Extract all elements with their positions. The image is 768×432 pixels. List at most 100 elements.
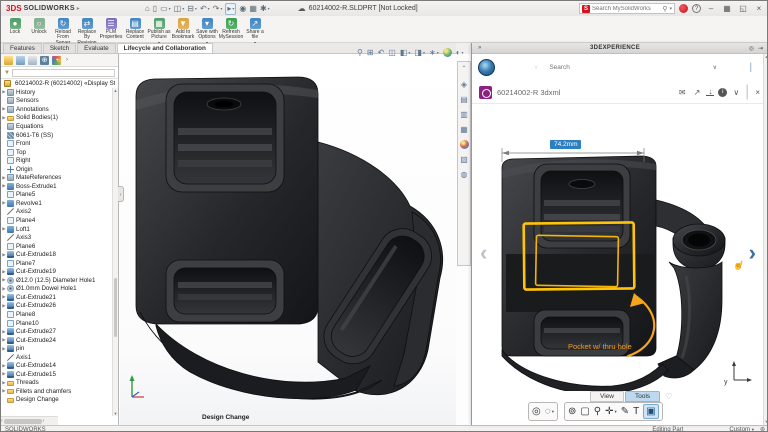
tree-item-revolve1[interactable]: ▶ Revolve1	[1, 199, 112, 208]
tab-lifecycle-and-collaboration[interactable]: Lifecycle and Collaboration	[116, 43, 213, 53]
tree-item-top[interactable]: Top	[1, 148, 112, 157]
favorite-heart-icon[interactable]: ♡	[665, 392, 672, 401]
tree-item-cut-extrude27[interactable]: ▶ Cut-Extrude27	[1, 327, 112, 336]
app-selector[interactable]: 3DDrive	[500, 63, 529, 72]
print-icon[interactable]: ⊟ ▾	[187, 4, 197, 14]
ribbon-lock-button[interactable]: ● Lock	[3, 17, 27, 35]
edit-appearance-icon[interactable]	[442, 47, 452, 57]
3dplay-viewer[interactable]: y 74.2mm Pocket w/ thru hole ‹ › ☝	[472, 104, 764, 391]
panel-pin-icon[interactable]: ⇥	[756, 46, 765, 52]
tree-item-axis2[interactable]: Axis2	[1, 208, 112, 217]
scroll-down-arrow-icon[interactable]: ▼	[764, 419, 767, 424]
expand-panel-icon[interactable]: »	[476, 45, 483, 51]
hide-show-items-icon[interactable]: ∗ ▾	[429, 48, 439, 57]
tab-sketch[interactable]: Sketch	[42, 43, 77, 53]
3ddrive-search-input[interactable]	[549, 64, 713, 71]
graphics-viewport[interactable]: Design Change	[120, 54, 456, 425]
tree-item-plane7[interactable]: Plane7	[1, 259, 112, 268]
app-selector-caret-icon[interactable]: ∨	[534, 64, 538, 71]
tree-item-boss-extrude1[interactable]: ▶ Boss-Extrude1	[1, 182, 112, 191]
previous-slide-chevron[interactable]: ‹	[480, 242, 487, 264]
section-view-icon[interactable]: ◫	[388, 48, 396, 57]
draw-pencil-icon[interactable]: ✎	[621, 405, 629, 418]
tree-horizontal-scrollbar[interactable]: ‹ ›	[1, 416, 58, 425]
tag-icon[interactable]: ◇	[726, 62, 734, 74]
ribbon-replace-by-revision-button[interactable]: ⇄Replace By Revision	[75, 17, 99, 46]
ribbon-share-a-file-button[interactable]: ↗Share a file▾	[243, 17, 267, 45]
tree-item-cut-extrude19[interactable]: ▶ Cut-Extrude19	[1, 267, 112, 276]
window-tile-icon[interactable]: ▦	[249, 4, 257, 14]
tree-item-12-0-12-5-diameter-hole1[interactable]: ▶ Ø12.0 (12.5) Diameter Hole1	[1, 276, 112, 285]
solidworks-resources-icon[interactable]: ◍	[461, 170, 468, 179]
tree-item-threads[interactable]: ▶ Threads	[1, 379, 112, 388]
tree-item-equations[interactable]: Equations	[1, 122, 112, 131]
displaymanager-tab[interactable]: ◔	[52, 55, 61, 65]
ribbon-publish-as-picture-button[interactable]: ▦Publish as Picture▾	[147, 17, 171, 45]
open-document-icon[interactable]: ▭ ▾	[160, 4, 171, 14]
close-preview-icon[interactable]: ×	[753, 88, 762, 97]
tree-item-loft1[interactable]: ▶ Loft1	[1, 225, 112, 234]
scroll-right-arrow-icon[interactable]: ›	[43, 418, 45, 424]
xpert-tools-icon[interactable]: ◉	[239, 4, 246, 14]
display-style-icon[interactable]: ◨ ▾	[414, 48, 425, 57]
minimize-button[interactable]: –	[705, 4, 717, 13]
tree-item-axis3[interactable]: Axis3	[1, 233, 112, 242]
collapse-taskpane-icon[interactable]: ⌃	[461, 65, 466, 74]
tab-evaluate[interactable]: Evaluate	[77, 43, 116, 53]
scroll-down-arrow-icon[interactable]: ▼	[113, 411, 118, 416]
tree-item-front[interactable]: Front	[1, 139, 112, 148]
tree-item-plane5[interactable]: Plane5	[1, 191, 112, 200]
undo-icon[interactable]: ↶ ▾	[200, 4, 210, 14]
featuremanager-tree-tab[interactable]	[4, 55, 13, 65]
search-icon[interactable]: ⚲	[662, 5, 667, 13]
appearances-scenes-icon[interactable]	[459, 140, 469, 149]
ribbon-plm-properties-button[interactable]: ☰ PLM Properties	[99, 17, 123, 41]
design-library-icon[interactable]: ▤	[460, 95, 468, 104]
text-annotation-icon[interactable]: T	[633, 405, 639, 418]
tree-item-history[interactable]: ▶ History	[1, 88, 112, 97]
scroll-up-arrow-icon[interactable]: ▲	[113, 88, 118, 93]
2d-mode-icon[interactable]: ▣	[643, 404, 659, 419]
tree-item-annotations[interactable]: ▶ Annotations	[1, 105, 112, 114]
panel-scrollbar[interactable]: ▲ ▼	[763, 54, 767, 425]
menu-expand-caret-icon[interactable]: ▸	[77, 5, 80, 12]
download-icon[interactable]: ↓	[706, 88, 715, 96]
ribbon-refresh-mysession-button[interactable]: ↻ Refresh MySession	[219, 17, 243, 41]
panel-options-icon[interactable]: ◎	[747, 46, 756, 52]
home-icon[interactable]: ⌂	[145, 4, 150, 14]
configurationmanager-tab[interactable]	[28, 55, 37, 65]
info-icon[interactable]: i	[718, 87, 728, 97]
turntable-icon[interactable]: ◌ ▾	[545, 405, 554, 418]
tree-item-cut-extrude26[interactable]: ▶ Cut-Extrude26	[1, 302, 112, 311]
tree-item-cut-extrude15[interactable]: ▶ Cut-Extrude15	[1, 370, 112, 379]
search-options-caret-icon[interactable]: ∨	[713, 64, 717, 71]
view-orientation-icon[interactable]: ◧ ▾	[400, 48, 411, 57]
ribbon-reload-from-server-button[interactable]: ↻Reload From Server	[51, 17, 75, 46]
marketplace-icon[interactable]: ◈	[461, 80, 467, 89]
tree-item-plane10[interactable]: Plane10	[1, 319, 112, 328]
mysolidworks-search[interactable]: S ⚲ ▾	[579, 3, 675, 14]
close-button[interactable]: ×	[753, 4, 765, 13]
tab-features[interactable]: Features	[3, 43, 42, 53]
apply-scene-icon[interactable]: ◐ ▾	[456, 48, 464, 57]
zoom-to-area-icon[interactable]: ⊞	[367, 48, 374, 57]
units-selector[interactable]: Custom ▾	[729, 427, 754, 432]
expand-tabs-chevron[interactable]: ›	[64, 56, 70, 65]
main-part-model[interactable]	[120, 54, 456, 414]
tree-item-origin[interactable]: Origin	[1, 165, 112, 174]
tree-item-pin[interactable]: ▶ pin	[1, 344, 112, 353]
previous-view-icon[interactable]: ↶	[378, 48, 385, 57]
propertymanager-tab[interactable]	[16, 55, 25, 65]
pan-icon[interactable]: ✛ ▾	[605, 405, 617, 418]
ribbon-unlock-button[interactable]: ○ Unlock	[27, 17, 51, 35]
orbit-icon[interactable]: ◎	[532, 405, 541, 418]
help-icon[interactable]: ?	[692, 4, 701, 13]
menu-hamburger-icon[interactable]: ≡	[739, 62, 745, 74]
tree-item-matereferences[interactable]: ▶ MateReferences	[1, 173, 112, 182]
tree-item-fillets-and-chamfers[interactable]: ▶ Fillets and chamfers	[1, 387, 112, 396]
3dexperience-badge-icon[interactable]	[679, 4, 688, 13]
tree-item-cut-extrude24[interactable]: ▶ Cut-Extrude24	[1, 336, 112, 345]
tree-item-design-change[interactable]: Design Change	[1, 396, 112, 405]
search-input[interactable]	[592, 5, 661, 12]
tree-filter-input[interactable]	[11, 68, 115, 77]
